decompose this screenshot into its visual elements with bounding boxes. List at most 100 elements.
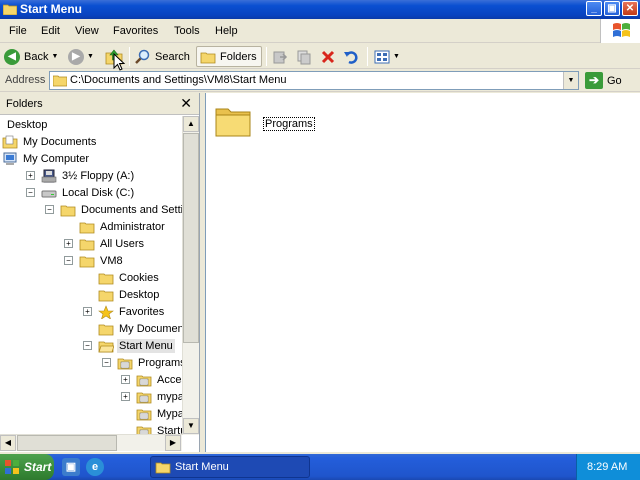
go-button[interactable]: ➔ Go bbox=[585, 71, 622, 90]
my-computer-icon bbox=[3, 152, 17, 165]
expand-icon[interactable]: + bbox=[83, 307, 92, 316]
program-folder-icon bbox=[136, 426, 152, 434]
collapse-icon[interactable]: − bbox=[64, 256, 73, 265]
program-folder-icon bbox=[136, 375, 152, 386]
tree-item-label: Favorites bbox=[119, 305, 165, 318]
menu-file[interactable]: File bbox=[9, 25, 27, 37]
tree-horizontal-scrollbar[interactable]: ◀ ▶ bbox=[0, 434, 182, 451]
expand-icon[interactable]: + bbox=[121, 392, 130, 401]
back-button[interactable]: ◀ Back ▼ bbox=[4, 46, 58, 67]
tree-item-label: Desktop bbox=[119, 288, 160, 301]
scroll-down-icon[interactable]: ▼ bbox=[183, 418, 199, 434]
folder-icon bbox=[215, 108, 251, 137]
collapse-icon[interactable]: − bbox=[45, 205, 54, 214]
search-button[interactable]: Search bbox=[135, 46, 190, 67]
tree-item[interactable]: Desktop bbox=[98, 286, 161, 303]
copy-to-button[interactable] bbox=[296, 46, 312, 67]
tree-item[interactable]: My Computer bbox=[2, 150, 91, 167]
address-input[interactable]: C:\Documents and Settings\VM8\Start Menu… bbox=[49, 71, 579, 90]
program-folder-icon bbox=[136, 392, 152, 403]
menu-tools[interactable]: Tools bbox=[174, 25, 200, 37]
folders-pane-title: Folders bbox=[6, 98, 43, 110]
tree-vertical-scrollbar[interactable]: ▲ ▼ bbox=[182, 116, 199, 435]
scroll-thumb[interactable] bbox=[183, 133, 199, 343]
views-icon bbox=[374, 50, 390, 63]
menu-help[interactable]: Help bbox=[215, 25, 238, 37]
tree-item[interactable]: My Documents bbox=[2, 133, 98, 150]
tree-item[interactable]: − VM8 bbox=[64, 252, 125, 269]
tree-item[interactable]: + Favorites bbox=[83, 303, 166, 320]
tree-item-label: My Documents bbox=[119, 322, 182, 335]
close-button[interactable]: ✕ bbox=[622, 1, 638, 16]
expand-icon[interactable]: + bbox=[64, 239, 73, 248]
scroll-thumb[interactable] bbox=[17, 435, 117, 451]
tree-item[interactable]: My Documents bbox=[98, 320, 182, 337]
folders-label: Folders bbox=[220, 50, 257, 63]
minimize-button[interactable]: _ bbox=[586, 1, 602, 16]
tree-item[interactable]: + Accessori bbox=[121, 371, 182, 388]
views-dropdown-icon[interactable]: ▼ bbox=[393, 53, 400, 60]
folder-icon bbox=[60, 205, 76, 216]
scroll-left-icon[interactable]: ◀ bbox=[0, 435, 16, 451]
tree-item-label: My Computer bbox=[23, 152, 90, 165]
tree-item[interactable]: Desktop bbox=[2, 116, 49, 133]
address-dropdown-icon[interactable]: ▼ bbox=[563, 72, 578, 89]
windows-logo-icon bbox=[600, 19, 640, 43]
go-arrow-icon: ➔ bbox=[585, 72, 603, 89]
programs-folder-item[interactable]: Programs bbox=[214, 103, 324, 143]
folders-button[interactable]: Folders bbox=[196, 46, 262, 67]
folder-icon bbox=[98, 273, 114, 284]
scroll-right-icon[interactable]: ▶ bbox=[165, 435, 181, 451]
undo-button[interactable] bbox=[343, 46, 359, 67]
menu-view[interactable]: View bbox=[75, 25, 99, 37]
forward-dropdown-icon[interactable]: ▼ bbox=[87, 53, 94, 60]
taskbar-button-start-menu[interactable]: Start Menu bbox=[150, 456, 310, 478]
tree-item-label: Documents and Settings bbox=[81, 203, 182, 216]
tree-item[interactable]: − Documents and Settings bbox=[45, 201, 182, 218]
tree-item[interactable]: Startup bbox=[136, 422, 182, 434]
tree-item[interactable]: − Start Menu bbox=[83, 337, 175, 354]
tree-item[interactable]: − Local Disk (C:) bbox=[26, 184, 136, 201]
tree-item[interactable]: − Programs bbox=[102, 354, 182, 371]
tree-item[interactable]: Mypal Bro bbox=[136, 405, 182, 422]
move-to-button[interactable] bbox=[272, 46, 288, 67]
my-documents-icon bbox=[2, 135, 18, 148]
copy-to-icon bbox=[297, 50, 311, 64]
tree-item-label: Accessori bbox=[157, 373, 182, 386]
folder-icon bbox=[98, 290, 114, 301]
toolbar-separator bbox=[129, 47, 130, 66]
show-desktop-icon[interactable]: ▣ bbox=[62, 458, 80, 476]
delete-button[interactable] bbox=[320, 46, 336, 67]
tree-item[interactable]: Administrator bbox=[79, 218, 167, 235]
tree-item[interactable]: Cookies bbox=[98, 269, 161, 286]
internet-explorer-icon[interactable]: e bbox=[86, 458, 104, 476]
expand-icon[interactable]: + bbox=[26, 171, 35, 180]
tree-item[interactable]: +3½ Floppy (A:) bbox=[26, 167, 136, 184]
tree-item-label: Start Menu bbox=[117, 338, 175, 353]
maximize-button[interactable]: ▣ bbox=[604, 1, 620, 16]
tree-item[interactable]: + All Users bbox=[64, 235, 146, 252]
forward-button[interactable]: ▶ ▼ bbox=[68, 46, 94, 67]
back-dropdown-icon[interactable]: ▼ bbox=[51, 53, 58, 60]
views-button[interactable]: ▼ bbox=[374, 46, 400, 67]
title-bar: Start Menu _ ▣ ✕ bbox=[0, 0, 640, 19]
close-folders-pane-icon[interactable]: ✕ bbox=[180, 95, 192, 112]
collapse-icon[interactable]: − bbox=[83, 341, 92, 350]
tree-item-label: Administrator bbox=[100, 220, 165, 233]
scroll-up-icon[interactable]: ▲ bbox=[183, 116, 199, 132]
menu-edit[interactable]: Edit bbox=[41, 25, 60, 37]
start-button[interactable]: Start bbox=[0, 454, 54, 480]
back-label: Back bbox=[24, 50, 49, 63]
menu-bar: File Edit View Favorites Tools Help bbox=[0, 19, 640, 43]
collapse-icon[interactable]: − bbox=[102, 358, 111, 367]
toolbar: ◀ Back ▼ ▶ ▼ Search Folders ▼ bbox=[0, 44, 640, 69]
collapse-icon[interactable]: − bbox=[26, 188, 35, 197]
folder-icon bbox=[3, 4, 17, 15]
expand-icon[interactable]: + bbox=[121, 375, 130, 384]
menu-favorites[interactable]: Favorites bbox=[113, 25, 158, 37]
clock[interactable]: 8:29 AM bbox=[587, 461, 627, 473]
folders-icon bbox=[200, 52, 216, 63]
tree-item-label: Mypal Bro bbox=[157, 407, 182, 420]
tree-item-label: VM8 bbox=[100, 254, 123, 267]
tree-item[interactable]: + mypal bbox=[121, 388, 182, 405]
